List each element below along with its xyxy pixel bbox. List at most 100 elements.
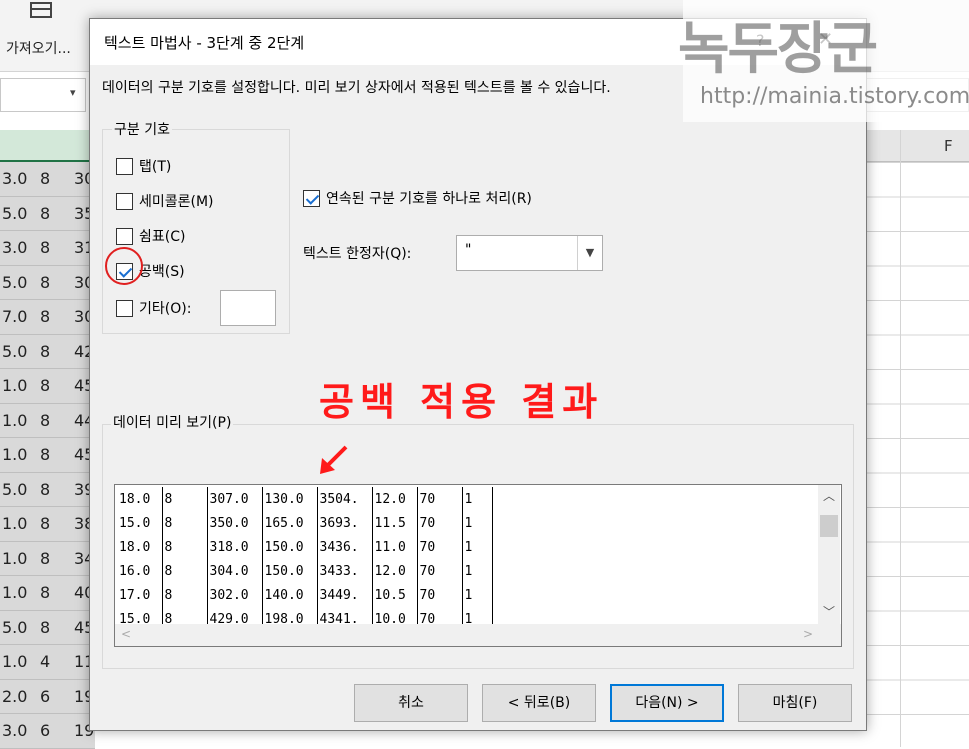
sheet-cell[interactable]: 8 [40,307,50,326]
sheet-cell[interactable]: 8 [40,514,50,533]
chevron-up-icon[interactable]: ︿ [823,487,835,504]
preview-cell: 150.0 [262,559,318,583]
qualifier-label: 텍스트 한정자(Q): [303,246,412,262]
preview-row: 15.0 8 350.0 165.0 3693. 11.5 70 1 [117,511,493,535]
sheet-row[interactable]: 7.0 8 30 [0,300,95,335]
semicolon-option[interactable]: 세미콜론(M) [116,190,214,212]
sheet-cell[interactable]: 8 [40,204,50,223]
tab-option[interactable]: 탭(T) [116,155,171,177]
sheet-cell[interactable]: 8 [40,273,50,292]
sheet-cell[interactable]: 8 [40,445,50,464]
preview-cell: 10.5 [372,583,418,607]
scrollbar-thumb[interactable] [820,515,838,537]
sheet-cell[interactable]: 5.0 [2,204,27,223]
sheet-cell[interactable]: 8 [40,411,50,430]
other-delimiter-input[interactable] [220,290,276,326]
sheet-grid-right[interactable] [860,162,969,747]
next-button[interactable]: 다음(N) > [610,684,724,722]
sheet-cell[interactable]: 1.0 [2,549,27,568]
sheet-cell[interactable]: 7.0 [2,307,27,326]
sheet-cell[interactable]: 4 [40,652,50,671]
sheet-row[interactable]: 5.0 8 39 [0,472,95,507]
other-option[interactable]: 기타(O): [116,297,191,319]
sheet-cell[interactable]: 8 [40,169,50,188]
sheet-cell[interactable]: 8 [40,549,50,568]
sheet-row[interactable]: 5.0 8 35 [0,196,95,231]
chevron-down-icon[interactable]: ▾ [70,86,76,99]
sheet-cell[interactable]: 8 [40,480,50,499]
preview-cell: 18.0 [117,535,163,559]
back-button[interactable]: < 뒤로(B) [482,684,596,722]
consecutive-checkbox[interactable] [303,189,320,207]
sheet-cell[interactable]: 8 [40,583,50,602]
sheet-cell[interactable]: 1.0 [2,376,27,395]
sheet-cell[interactable]: 3.0 [2,238,27,257]
sheet-row[interactable]: 1.0 8 38 [0,507,95,542]
comma-option[interactable]: 쉼표(C) [116,225,185,247]
vertical-scrollbar[interactable]: ︿ ﹀ [818,485,840,624]
preview-legend: 데이터 미리 보기(P) [111,412,234,432]
finish-button[interactable]: 마침(F) [738,684,852,722]
chevron-down-icon[interactable]: ﹀ [823,603,835,620]
sheet-cell[interactable]: 6 [40,721,50,740]
sheet-cell[interactable]: 8 [40,376,50,395]
sheet-cell[interactable]: 8 [40,342,50,361]
sheet-row[interactable]: 5.0 8 30 [0,265,95,300]
sheet-row[interactable]: 3.0 8 30 [0,162,95,197]
chevron-right-icon[interactable]: > [803,627,813,641]
other-checkbox[interactable] [116,299,133,317]
cancel-button[interactable]: 취소 [354,684,468,722]
sheet-cell[interactable]: 1.0 [2,411,27,430]
sheet-cell[interactable]: 5.0 [2,618,27,637]
sheet-row[interactable]: 1.0 8 45 [0,369,95,404]
text-import-wizard-dialog: 텍스트 마법사 - 3단계 중 2단계 ? ✕ 데이터의 구분 기호를 설정합니… [89,18,867,731]
sheet-cell[interactable]: 8 [40,238,50,257]
sheet-cell[interactable]: 1.0 [2,583,27,602]
sheet-cell[interactable]: 6 [40,687,50,706]
sheet-row[interactable]: 1.0 4 11 [0,645,95,680]
preview-row: 16.0 8 304.0 150.0 3433. 12.0 70 1 [117,559,493,583]
sheet-cell[interactable]: 3.0 [2,721,27,740]
sheet-row[interactable]: 3.0 8 31 [0,231,95,266]
sheet-cell[interactable]: 8 [40,618,50,637]
sheet-grid-left[interactable]: 3.0 8 30 5.0 8 35 3.0 8 31 5.0 8 30 7.0 8 30 5.0 8 42 1.0 8… [0,162,95,749]
sheet-row[interactable]: 1.0 8 40 [0,576,95,611]
sheet-row[interactable]: 2.0 6 19 [0,679,95,714]
preview-cell: 70 [417,535,463,559]
data-preview-box[interactable]: 18.0 8 307.0 130.0 3504. 12.0 70 1 15.0 8 350.0 165… [114,484,842,647]
sheet-cell[interactable]: 1.0 [2,652,27,671]
sheet-cell[interactable]: 5.0 [2,273,27,292]
preview-cell: 304.0 [207,559,263,583]
sheet-row[interactable]: 1.0 8 44 [0,403,95,438]
sheet-cell[interactable]: 5.0 [2,480,27,499]
preview-cell: 1 [462,559,493,583]
sheet-cell[interactable]: 1.0 [2,514,27,533]
tab-checkbox[interactable] [116,157,133,175]
column-header-f[interactable]: F [944,137,953,155]
selected-column-header[interactable] [0,130,95,162]
preview-cell: 1 [462,511,493,535]
sheet-row[interactable]: 1.0 8 45 [0,438,95,473]
sheet-row[interactable]: 5.0 8 42 [0,334,95,369]
instruction-text: 데이터의 구분 기호를 설정합니다. 미리 보기 상자에서 적용된 텍스트를 볼… [102,80,611,96]
sheet-row[interactable]: 3.0 6 19 [0,714,95,749]
semicolon-checkbox[interactable] [116,192,133,210]
preview-cell: 8 [162,535,208,559]
sheet-cell[interactable]: 1.0 [2,445,27,464]
sheet-row[interactable]: 1.0 8 34 [0,541,95,576]
sheet-cell[interactable]: 5.0 [2,342,27,361]
other-label: 기타(O): [139,301,192,317]
import-button[interactable]: 가져오기... [6,38,71,58]
consecutive-option[interactable]: 연속된 구분 기호를 하나로 처리(R) [303,187,532,209]
preview-cell: 12.0 [372,487,418,511]
chevron-left-icon[interactable]: < [121,627,131,641]
horizontal-scrollbar[interactable]: < > [115,624,841,646]
comma-checkbox[interactable] [116,227,133,245]
sheet-cell[interactable]: 2.0 [2,687,27,706]
highlight-circle [105,247,143,285]
preview-cell: 70 [417,511,463,535]
text-qualifier-select[interactable]: " ▼ [456,235,603,271]
chevron-down-icon[interactable]: ▼ [577,236,602,270]
sheet-cell[interactable]: 3.0 [2,169,27,188]
sheet-row[interactable]: 5.0 8 45 [0,610,95,645]
